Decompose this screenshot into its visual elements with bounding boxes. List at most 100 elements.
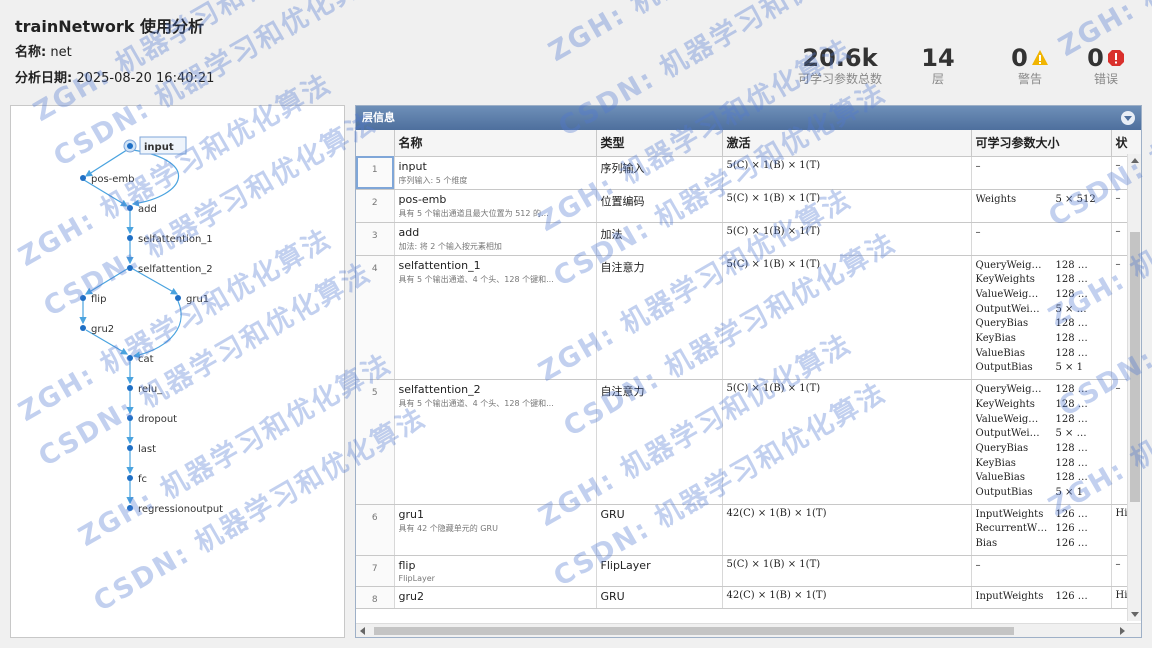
- param-name: KeyBias: [975, 457, 1016, 469]
- name-label: 名称:: [15, 45, 47, 60]
- layer-name: selfattention_2: [398, 383, 481, 397]
- vertical-scroll-thumb[interactable]: [1130, 232, 1140, 502]
- layers-value: 14: [921, 44, 955, 72]
- cell-activation: 42(C) × 1(B) × 1(T): [722, 586, 972, 609]
- vertical-scrollbar[interactable]: [1127, 154, 1141, 621]
- row-index: 8: [356, 586, 395, 609]
- graph-node-selfattention_1[interactable]: selfattention_1: [127, 234, 213, 245]
- table-row[interactable]: 5 selfattention_2 具有 5 个输出通道、4 个头、128 个键和.…: [356, 379, 1141, 505]
- error-icon: [1107, 50, 1124, 66]
- col-type[interactable]: 类型: [596, 130, 723, 157]
- graph-node-flip[interactable]: flip: [80, 294, 106, 305]
- col-activation[interactable]: 激活: [722, 130, 972, 157]
- param-entry: KeyBias 128 …: [976, 457, 1107, 472]
- graph-node-add[interactable]: add: [127, 204, 157, 215]
- graph-node-label: last: [138, 444, 156, 455]
- cell-params: InputWeights 126 …: [971, 586, 1112, 609]
- cell-name: input 序列输入: 5 个维度: [394, 156, 597, 190]
- col-params[interactable]: 可学习参数大小: [971, 130, 1112, 157]
- table-row[interactable]: 4 selfattention_1 具有 5 个输出通道、4 个头、128 个键和.…: [356, 255, 1141, 381]
- param-name: ValueBias: [975, 347, 1025, 359]
- horizontal-scroll-thumb[interactable]: [374, 627, 1014, 635]
- param-name: RecurrentW…: [975, 523, 1048, 535]
- cell-type: 位置编码: [596, 189, 723, 223]
- param-size: 128 …: [1055, 347, 1088, 359]
- graph-node-label: relu_: [138, 384, 163, 395]
- graph-node-label: pos-emb: [91, 174, 135, 185]
- graph-node-label: input: [144, 142, 174, 153]
- param-entry: OutputBias 5 × 1: [976, 486, 1107, 501]
- cell-name: gru2: [394, 586, 597, 609]
- param-entry: QueryBias 128 …: [976, 442, 1107, 457]
- graph-node-cat[interactable]: cat: [127, 354, 154, 365]
- warnings-value: 0: [1011, 44, 1028, 72]
- param-entry: Bias 126 …: [976, 537, 1107, 552]
- table-row[interactable]: 6 gru1 具有 42 个隐藏单元的 GRU GRU 42(C) × 1(B) × 1…: [356, 504, 1141, 556]
- graph-node-relu_[interactable]: relu_: [127, 384, 163, 395]
- param-name: ValueBias: [975, 472, 1025, 484]
- layer-description: 具有 5 个输出通道、4 个头、128 个键和...: [398, 399, 554, 409]
- graph-node-regressionoutput[interactable]: regressionoutput: [127, 504, 223, 515]
- cell-type: GRU: [596, 586, 723, 609]
- param-size: 128 …: [1055, 288, 1088, 300]
- param-name: OutputWei…: [975, 303, 1040, 315]
- row-index: 7: [356, 555, 395, 587]
- graph-node-dropout[interactable]: dropout: [127, 414, 177, 425]
- table-row[interactable]: 7 flip FlipLayer FlipLayer 5(C) × 1(B) × 1(T…: [356, 555, 1141, 587]
- table-row[interactable]: 2 pos-emb 具有 5 个输出通道且最大位置为 512 的... 位置编码 5(C…: [356, 189, 1141, 223]
- cell-activation: 5(C) × 1(B) × 1(T): [722, 189, 972, 223]
- date-label: 分析日期:: [15, 71, 73, 86]
- param-name: Bias: [975, 538, 998, 550]
- param-entry: OutputWei… 5 × …: [976, 427, 1107, 442]
- layer-info-panel[interactable]: 层信息 名称 类型 激活 可学习参数大小 状 1 input 序列输入: 5 个维度…: [355, 105, 1142, 638]
- layer-description: 具有 5 个输出通道、4 个头、128 个键和...: [398, 274, 554, 284]
- graph-node-gru2[interactable]: gru2: [80, 324, 114, 335]
- collapse-icon[interactable]: [1121, 111, 1135, 125]
- param-size: 5 × 1: [1055, 362, 1083, 374]
- col-name[interactable]: 名称: [394, 130, 597, 157]
- param-size: 5 × …: [1055, 303, 1087, 315]
- graph-node-label: dropout: [138, 414, 177, 425]
- graph-node-last[interactable]: last: [127, 444, 156, 455]
- graph-node-gru1[interactable]: gru1: [175, 294, 209, 305]
- table-row[interactable]: 1 input 序列输入: 5 个维度 序列输入 5(C) × 1(B) × 1(T) –…: [356, 156, 1141, 190]
- graph-node-pos-emb[interactable]: pos-emb: [80, 174, 135, 185]
- graph-node-selfattention_2[interactable]: selfattention_2: [127, 264, 213, 275]
- stat-errors[interactable]: 0 错误: [1080, 44, 1132, 87]
- param-name: ValueWeig…: [975, 413, 1039, 425]
- scroll-left-icon[interactable]: [360, 627, 365, 635]
- warnings-label: 警告: [1017, 72, 1042, 86]
- graph-node-input[interactable]: input: [123, 136, 187, 155]
- graph-nodes: input pos-emb add selfattention_1 selfattent…: [80, 136, 223, 515]
- param-name: OutputWei…: [975, 428, 1040, 440]
- param-name: –: [975, 226, 981, 238]
- cell-name: pos-emb 具有 5 个输出通道且最大位置为 512 的...: [394, 189, 597, 223]
- cell-type: 自注意力: [596, 255, 723, 381]
- table-row[interactable]: 8 gru2 GRU 42(C) × 1(B) × 1(T) InputWeights 1…: [356, 586, 1141, 609]
- param-size: 128 …: [1055, 274, 1088, 286]
- col-index[interactable]: [356, 130, 395, 157]
- param-entry: ValueWeig… 128 …: [976, 413, 1107, 428]
- horizontal-scrollbar[interactable]: [356, 623, 1141, 637]
- param-entry: InputWeights 126 …: [976, 508, 1107, 523]
- param-name: KeyWeights: [975, 398, 1035, 410]
- layer-description: FlipLayer: [398, 573, 435, 583]
- cell-params: –: [971, 222, 1112, 256]
- network-analyzer-window: trainNetwork 使用分析 名称: net 分析日期: 2025-08-…: [0, 0, 1152, 648]
- scroll-up-icon[interactable]: [1131, 158, 1139, 163]
- param-size: 126 …: [1055, 508, 1088, 520]
- edge-gru1-cat: [132, 300, 182, 359]
- param-size: 128 …: [1055, 333, 1088, 345]
- stat-warnings[interactable]: 0 警告: [1002, 44, 1058, 87]
- layer-name: gru2: [398, 589, 424, 603]
- graph-node-label: flip: [91, 294, 106, 305]
- network-graph[interactable]: input pos-emb add selfattention_1 selfattent…: [11, 106, 344, 637]
- table-row[interactable]: 3 add 加法: 将 2 个输入按元素相加 加法 5(C) × 1(B) × 1(T)…: [356, 222, 1141, 256]
- table-body: 1 input 序列输入: 5 个维度 序列输入 5(C) × 1(B) × 1(T) –…: [356, 156, 1141, 609]
- scroll-down-icon[interactable]: [1131, 612, 1139, 617]
- col-state[interactable]: 状: [1111, 130, 1141, 157]
- param-entry: RecurrentW… 126 …: [976, 522, 1107, 537]
- network-graph-panel[interactable]: input pos-emb add selfattention_1 selfattent…: [10, 105, 345, 638]
- cell-activation: 5(C) × 1(B) × 1(T): [722, 379, 972, 505]
- scroll-right-icon[interactable]: [1120, 627, 1125, 635]
